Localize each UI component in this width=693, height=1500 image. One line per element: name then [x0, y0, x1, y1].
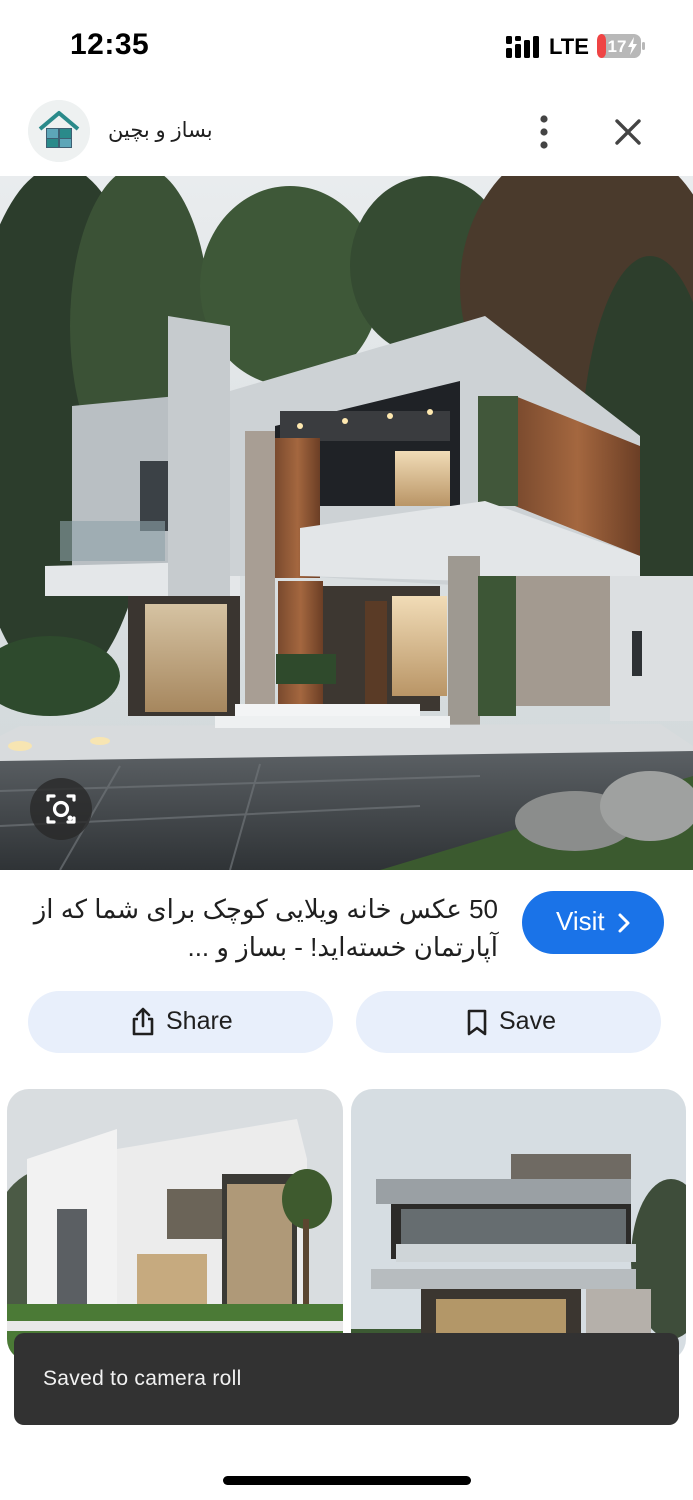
battery-level: 17 [608, 37, 627, 56]
bookmark-icon [467, 1009, 487, 1036]
site-name[interactable]: بساز و بچین [108, 118, 213, 143]
visit-button[interactable]: Visit [522, 891, 664, 954]
status-time: 12:35 [70, 28, 150, 61]
visit-label: Visit [556, 906, 605, 936]
site-logo-icon[interactable] [28, 100, 90, 162]
chevron-right-icon [618, 913, 630, 933]
related-image-1[interactable] [7, 1089, 343, 1361]
share-icon [132, 1007, 154, 1036]
share-label: Share [166, 1007, 233, 1035]
result-title[interactable]: 50 عکس خانه ویلایی کوچک برای شما که از آ… [28, 890, 498, 966]
snackbar: Saved to camera roll [14, 1333, 679, 1425]
lens-icon[interactable] [30, 778, 92, 840]
viewer-header: بساز و بچین [0, 92, 693, 174]
save-button[interactable]: Save [356, 991, 661, 1053]
snackbar-message: Saved to camera roll [43, 1367, 242, 1390]
battery-charging-icon: 17 [597, 34, 645, 58]
signal-icon [506, 36, 539, 58]
network-type: LTE [549, 34, 589, 59]
more-vertical-icon[interactable] [526, 110, 562, 154]
main-image[interactable] [0, 176, 693, 870]
share-button[interactable]: Share [28, 991, 333, 1053]
close-icon[interactable] [608, 112, 648, 152]
related-image-2[interactable] [351, 1089, 686, 1361]
home-indicator[interactable] [223, 1476, 471, 1485]
save-label: Save [499, 1007, 556, 1035]
status-bar: 12:35 LTE 17 [0, 0, 693, 92]
